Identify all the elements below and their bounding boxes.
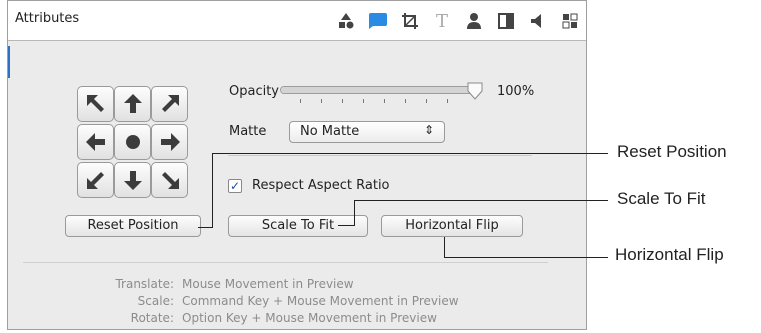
callout-line	[198, 227, 212, 228]
nudge-up-button[interactable]	[114, 86, 151, 122]
nudge-up-right-button[interactable]	[151, 86, 188, 122]
help-rotate-key: Rotate:	[130, 311, 174, 325]
toolbar-icons: T	[330, 7, 586, 35]
speech-bubble-icon[interactable]	[362, 7, 394, 35]
opacity-slider[interactable]	[280, 86, 480, 94]
matte-selected-value: No Matte	[300, 124, 360, 139]
matte-select[interactable]: No Matte ⇕	[289, 121, 445, 143]
slider-tick	[405, 99, 406, 103]
speaker-icon[interactable]	[522, 7, 554, 35]
callout-line	[354, 200, 355, 226]
arrow-right-icon	[160, 133, 180, 151]
callout-reset-position: Reset Position	[617, 142, 727, 161]
nudge-down-left-button[interactable]	[77, 162, 114, 198]
help-translate-value: Mouse Movement in Preview	[182, 277, 354, 291]
slider-tick	[342, 99, 343, 103]
nudge-down-right-button[interactable]	[151, 162, 188, 198]
text-icon[interactable]: T	[426, 7, 458, 35]
slider-tick	[384, 99, 385, 103]
center-button[interactable]	[114, 124, 151, 160]
help-rotate-value: Option Key + Mouse Movement in Preview	[182, 311, 437, 325]
matte-label: Matte	[229, 124, 267, 139]
horizontal-flip-button[interactable]: Horizontal Flip	[381, 215, 523, 237]
callout-horizontal-flip: Horizontal Flip	[615, 245, 724, 264]
arrow-down-right-icon	[161, 172, 179, 189]
callout-line	[354, 200, 608, 201]
crop-icon[interactable]	[394, 7, 426, 35]
reset-position-button[interactable]: Reset Position	[65, 215, 201, 237]
arrow-down-icon	[123, 171, 142, 190]
nudge-up-left-button[interactable]	[77, 86, 114, 122]
callout-line	[212, 153, 213, 228]
help-scale-key: Scale:	[137, 294, 174, 308]
scale-to-fit-button[interactable]: Scale To Fit	[228, 215, 368, 237]
respect-aspect-ratio-label: Respect Aspect Ratio	[252, 178, 390, 193]
opacity-value: 100%	[497, 84, 535, 99]
callout-line	[444, 237, 445, 258]
arrow-up-left-icon	[86, 95, 104, 112]
slider-tick	[321, 99, 322, 103]
grid-icon[interactable]	[554, 7, 586, 35]
slider-tick	[447, 99, 448, 103]
nudge-down-button[interactable]	[114, 162, 151, 198]
center-dot-icon	[125, 135, 140, 149]
selection-indicator	[8, 46, 10, 78]
opacity-slider-thumb[interactable]	[467, 82, 483, 100]
panel-title: Attributes	[15, 11, 80, 26]
slider-tick	[363, 99, 364, 103]
slider-tick	[426, 99, 427, 103]
half-square-icon[interactable]	[490, 7, 522, 35]
callout-line	[444, 257, 608, 258]
position-nudge-pad	[69, 83, 193, 203]
arrow-up-right-icon	[161, 95, 179, 112]
select-stepper-icon: ⇕	[423, 123, 434, 137]
opacity-slider-fill	[281, 87, 479, 93]
opacity-label: Opacity	[229, 84, 280, 99]
callout-line	[338, 225, 354, 226]
divider	[228, 155, 532, 156]
shapes-icon[interactable]	[330, 7, 362, 35]
person-icon[interactable]	[458, 7, 490, 35]
arrow-up-icon	[123, 94, 142, 113]
callout-line	[212, 153, 608, 154]
respect-aspect-ratio-checkbox[interactable]: ✓	[228, 179, 242, 193]
nudge-left-button[interactable]	[77, 124, 114, 160]
arrow-left-icon	[85, 133, 105, 151]
help-separator	[23, 262, 548, 263]
slider-tick	[300, 99, 301, 103]
arrow-down-left-icon	[86, 172, 104, 189]
help-translate-key: Translate:	[115, 277, 174, 291]
nudge-right-button[interactable]	[151, 124, 188, 160]
panel-titlebar: Attributes T	[8, 1, 586, 41]
help-scale-value: Command Key + Mouse Movement in Preview	[182, 294, 459, 308]
callout-scale-to-fit: Scale To Fit	[617, 189, 706, 208]
